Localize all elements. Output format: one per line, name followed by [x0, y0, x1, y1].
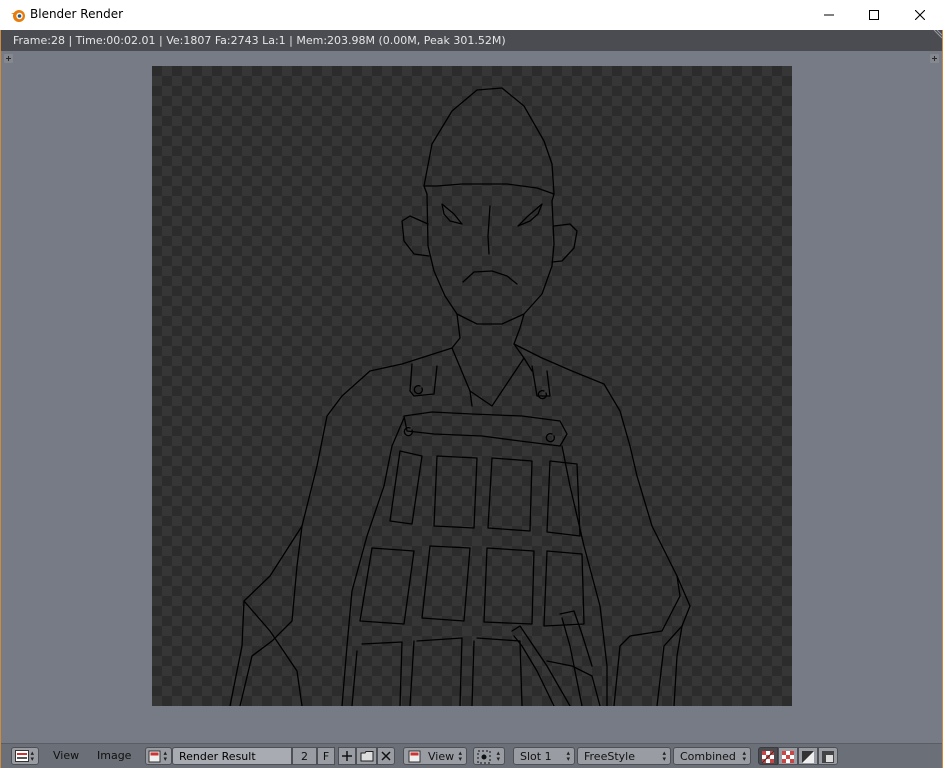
render-info-bar: Frame:28 | Time:00:02.01 | Ve:1807 Fa:27… [1, 30, 942, 51]
window-title: Blender Render [30, 7, 124, 21]
pivot-point-dropdown[interactable]: ▴ ▾ [473, 747, 505, 765]
draw-sequencer-button[interactable] [818, 747, 838, 765]
draw-alpha-button[interactable] [778, 747, 798, 765]
image-editor-area[interactable]: Frame:28 | Time:00:02.01 | Ve:1807 Fa:27… [0, 30, 943, 768]
close-x-icon [381, 751, 391, 761]
dropdown-arrows-icon: ▴ ▾ [566, 749, 570, 763]
minimize-button[interactable] [806, 0, 852, 30]
new-image-button[interactable] [338, 747, 356, 765]
window-titlebar[interactable]: Blender Render [0, 0, 943, 30]
image-name-field[interactable]: Render Result [172, 747, 292, 765]
image-editor-icon [408, 750, 421, 763]
render-slot-label: Slot 1 [520, 750, 552, 763]
render-pass-dropdown[interactable]: Combined ▴ ▾ [673, 747, 751, 765]
render-layer-label: FreeStyle [584, 750, 635, 763]
close-button[interactable] [897, 0, 943, 30]
dropdown-arrows-icon: ▴ ▾ [163, 749, 167, 763]
menu-image[interactable]: Image [97, 747, 131, 765]
color-alpha-icon [761, 750, 775, 764]
toolbar-expand-plus-icon[interactable] [4, 54, 13, 63]
fake-user-button[interactable]: F [317, 747, 335, 765]
dropdown-arrows-icon: ▴ ▾ [458, 749, 462, 763]
image-editor-icon [15, 750, 29, 762]
draw-color-alpha-button[interactable] [758, 747, 778, 765]
properties-expand-plus-icon[interactable] [930, 54, 939, 63]
close-icon [915, 10, 925, 20]
image-editor-header: ▴ ▾ View Image ▴ ▾ Render Result 2 F Vie… [1, 743, 942, 768]
z-buffer-icon [802, 751, 814, 763]
render-layer-dropdown[interactable]: FreeStyle ▴ ▾ [577, 747, 671, 765]
dropdown-arrows-icon: ▴ ▾ [496, 749, 500, 763]
plus-icon [342, 751, 352, 761]
dropdown-arrows-icon: ▴ ▾ [662, 749, 666, 763]
users-count-button[interactable]: 2 [292, 747, 317, 765]
sequencer-preview-icon [822, 751, 834, 763]
browse-image-button[interactable]: ▴ ▾ [145, 747, 172, 765]
view-mode-dropdown[interactable]: View ▴ ▾ [403, 747, 467, 765]
minimize-icon [824, 14, 834, 16]
unlink-image-button[interactable] [377, 747, 395, 765]
render-slot-dropdown[interactable]: Slot 1 ▴ ▾ [513, 747, 575, 765]
folder-icon [360, 751, 374, 762]
area-split-corner-icon[interactable] [932, 30, 942, 40]
maximize-button[interactable] [851, 0, 897, 30]
render-result-viewport[interactable] [152, 66, 792, 706]
pivot-center-icon [477, 750, 491, 764]
dropdown-arrows-icon: ▴ ▾ [742, 749, 746, 763]
draw-z-buffer-button[interactable] [798, 747, 818, 765]
render-pass-label: Combined [680, 750, 736, 763]
editor-type-selector[interactable]: ▴ ▾ [11, 747, 39, 765]
dropdown-arrows-icon: ▴ ▾ [30, 749, 34, 763]
open-image-button[interactable] [356, 747, 377, 765]
blender-logo-icon [11, 10, 25, 22]
view-mode-label: View [428, 750, 455, 763]
image-datablock-icon [148, 750, 161, 763]
freestyle-line-render [229, 87, 691, 706]
menu-view[interactable]: View [53, 747, 79, 765]
maximize-icon [869, 10, 879, 20]
checker-alpha-icon [782, 751, 794, 763]
